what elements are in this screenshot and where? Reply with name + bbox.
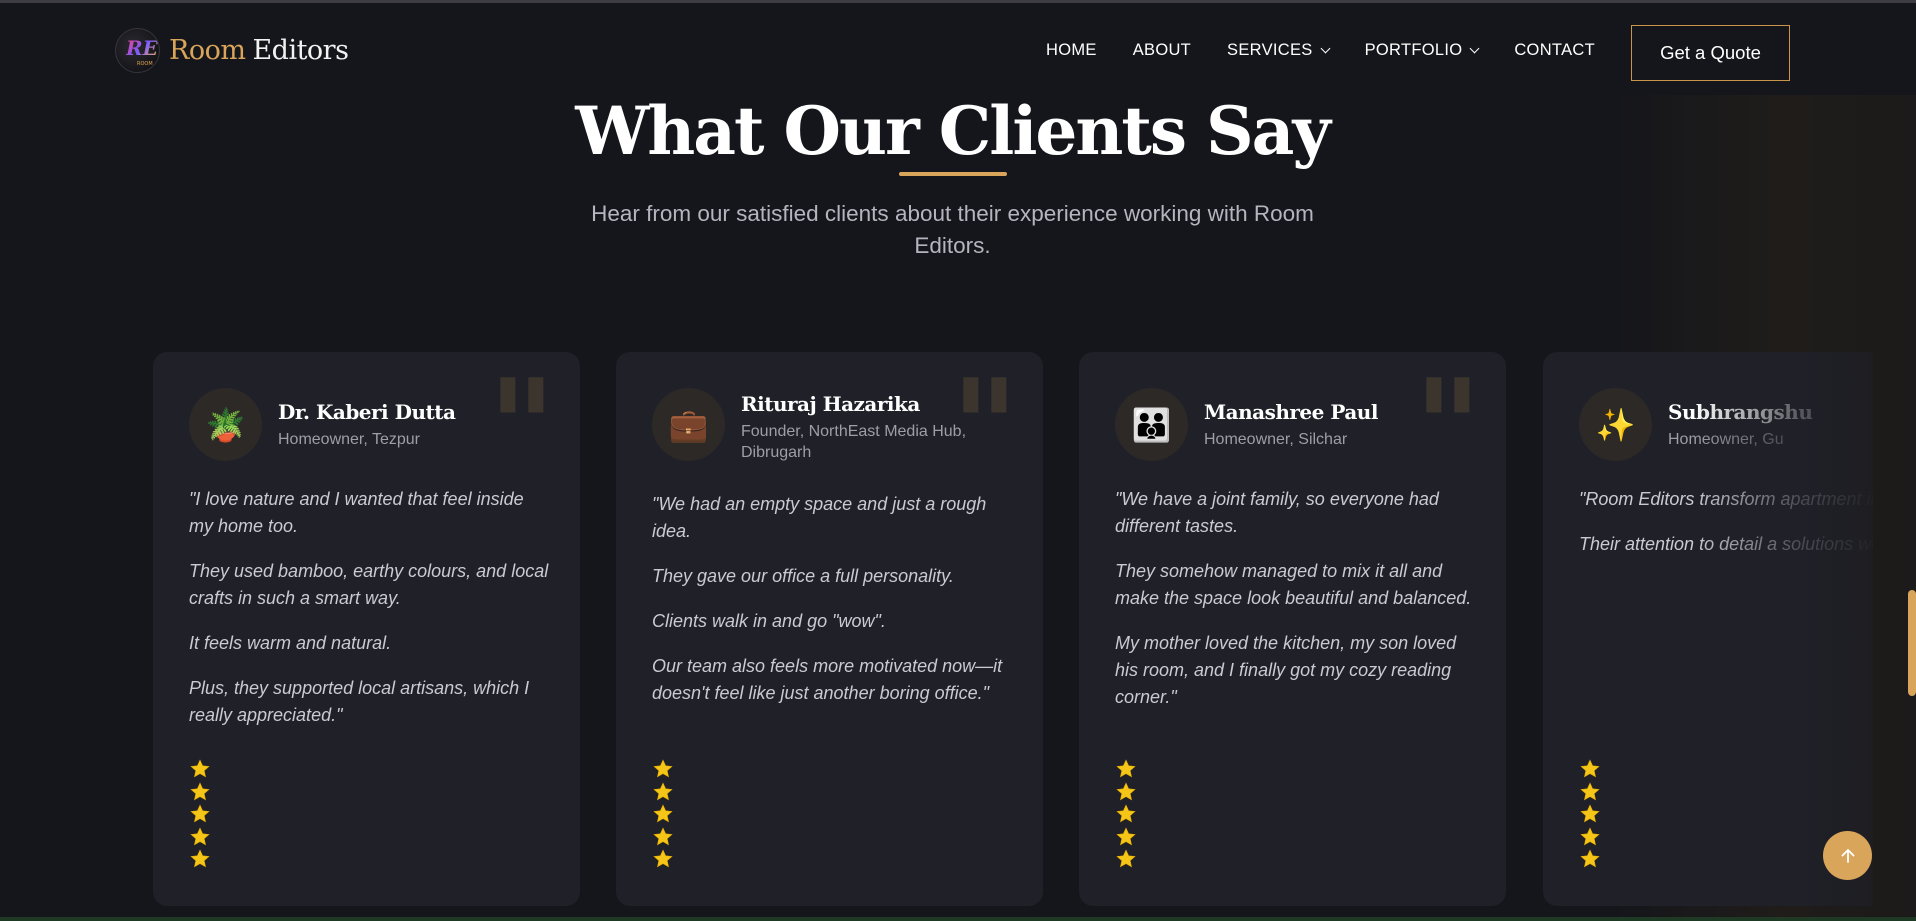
star-icon xyxy=(1115,803,1137,825)
star-icon xyxy=(652,781,674,803)
testimonial-paragraph: It feels warm and natural. xyxy=(189,633,392,653)
testimonial-paragraph: Their attention to detail a solutions we… xyxy=(1579,534,1873,554)
testimonial-card: ✨ Subhrangshu Homeowner, Gu "Room Editor… xyxy=(1543,352,1873,906)
quote-icon: " xyxy=(488,352,556,503)
client-name: Dr. Kaberi Dutta xyxy=(278,400,456,424)
star-icon xyxy=(1115,758,1137,780)
star-icon xyxy=(652,758,674,780)
star-icon xyxy=(189,848,211,870)
star-icon xyxy=(189,803,211,825)
star-rating xyxy=(189,758,211,871)
testimonials-carousel: 🪴 Dr. Kaberi Dutta Homeowner, Tezpur " "… xyxy=(0,0,1916,921)
family-icon: 👪 xyxy=(1115,388,1188,461)
client-role: Homeowner, Tezpur xyxy=(278,431,420,448)
back-to-top-button[interactable] xyxy=(1823,831,1872,880)
star-icon xyxy=(652,826,674,848)
client-role: Homeowner, Gu xyxy=(1668,431,1784,448)
testimonial-paragraph: Our team also feels more motivated now—i… xyxy=(652,656,1003,703)
star-icon xyxy=(189,781,211,803)
star-rating xyxy=(652,758,674,871)
star-icon xyxy=(189,826,211,848)
client-name: Rituraj Hazarika xyxy=(741,392,920,416)
testimonial-card: 🪴 Dr. Kaberi Dutta Homeowner, Tezpur " "… xyxy=(153,352,580,906)
testimonial-card: 💼 Rituraj Hazarika Founder, NorthEast Me… xyxy=(616,352,1043,906)
client-role: Founder, NorthEast Media Hub, Dibrugarh xyxy=(741,423,967,461)
star-icon xyxy=(1579,758,1601,780)
testimonial-paragraph: Clients walk in and go "wow". xyxy=(652,611,886,631)
testimonial-paragraph: They somehow managed to mix it all and m… xyxy=(1115,561,1472,608)
testimonial-paragraph: My mother loved the kitchen, my son love… xyxy=(1115,633,1457,707)
star-rating xyxy=(1579,758,1601,871)
star-icon xyxy=(1579,781,1601,803)
star-icon xyxy=(1579,803,1601,825)
testimonial-text: "I love nature and I wanted that feel in… xyxy=(189,486,551,747)
testimonial-paragraph: "Room Editors transform apartment into a… xyxy=(1579,489,1873,509)
client-role: Homeowner, Silchar xyxy=(1204,431,1348,448)
bottom-border xyxy=(0,917,1916,921)
testimonial-paragraph: "We had an empty space and just a rough … xyxy=(652,494,987,541)
star-rating xyxy=(1115,758,1137,871)
testimonial-paragraph: "We have a joint family, so everyone had… xyxy=(1115,489,1439,536)
client-name: Subhrangshu xyxy=(1668,400,1813,424)
quote-icon: " xyxy=(1414,352,1482,503)
client-name: Manashree Paul xyxy=(1204,400,1378,424)
briefcase-icon: 💼 xyxy=(652,388,725,461)
arrow-up-icon xyxy=(1841,848,1854,863)
star-icon xyxy=(1115,848,1137,870)
testimonial-text: "We had an empty space and just a rough … xyxy=(652,491,1014,725)
sparkles-icon: ✨ xyxy=(1579,388,1652,461)
testimonial-paragraph: They used bamboo, earthy colours, and lo… xyxy=(189,561,549,608)
star-icon xyxy=(1115,781,1137,803)
star-icon xyxy=(652,803,674,825)
scrollbar-thumb[interactable] xyxy=(1908,590,1916,696)
star-icon xyxy=(1579,826,1601,848)
testimonial-card: 👪 Manashree Paul Homeowner, Silchar " "W… xyxy=(1079,352,1506,906)
star-icon xyxy=(1579,848,1601,870)
star-icon xyxy=(189,758,211,780)
star-icon xyxy=(1115,826,1137,848)
testimonial-paragraph: They gave our office a full personality. xyxy=(652,566,954,586)
star-icon xyxy=(652,848,674,870)
testimonial-text: "We have a joint family, so everyone had… xyxy=(1115,486,1477,729)
testimonial-text: "Room Editors transform apartment into a… xyxy=(1579,486,1873,576)
testimonial-paragraph: "I love nature and I wanted that feel in… xyxy=(189,489,524,536)
testimonial-paragraph: Plus, they supported local artisans, whi… xyxy=(189,678,530,725)
potted-plant-icon: 🪴 xyxy=(189,388,262,461)
quote-icon: " xyxy=(951,352,1019,503)
